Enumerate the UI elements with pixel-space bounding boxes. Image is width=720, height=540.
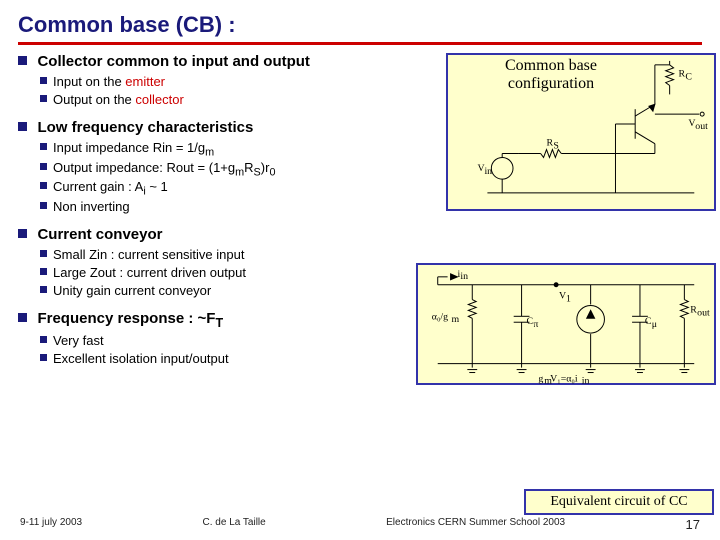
svg-text:S: S — [553, 141, 558, 152]
list-item: Small Zin : current sensitive input — [40, 246, 702, 264]
svg-text:m: m — [452, 314, 460, 325]
svg-text:in: in — [484, 166, 492, 177]
title-rule — [18, 42, 702, 45]
item-text: Output on the collector — [53, 92, 184, 107]
bullet-icon — [18, 122, 27, 131]
bullet-icon — [18, 56, 27, 65]
item-text: Excellent isolation input/output — [53, 351, 229, 366]
bullet-icon — [40, 286, 47, 293]
section-1-label: Collector common to input and output — [37, 53, 309, 70]
bullet-icon — [18, 313, 27, 322]
footer-author: C. de La Taille — [203, 517, 266, 532]
svg-text:μ: μ — [652, 319, 657, 330]
item-text: Very fast — [53, 333, 104, 348]
bullet-icon — [40, 95, 47, 102]
bullet-icon — [40, 202, 47, 209]
item-text: Current gain : Ai ~ 1 — [53, 179, 168, 194]
section-4-label: Frequency response : ~FT — [37, 310, 223, 327]
page-number: 17 — [686, 517, 700, 532]
bullet-icon — [40, 336, 47, 343]
item-text: Non inverting — [53, 199, 130, 214]
svg-text:in: in — [582, 375, 590, 385]
bullet-icon — [40, 77, 47, 84]
bullet-icon — [40, 163, 47, 170]
item-text: Input on the emitter — [53, 74, 165, 89]
item-text: Unity gain current conveyor — [53, 283, 211, 298]
svg-text:out: out — [697, 307, 710, 318]
section-2-label: Low frequency characteristics — [37, 119, 253, 136]
bullet-icon — [40, 182, 47, 189]
bullet-icon — [40, 250, 47, 257]
footer-event: Electronics CERN Summer School 2003 — [386, 517, 565, 532]
item-text: Small Zin : current sensitive input — [53, 247, 244, 262]
circuit-diagram-2: iin α₀/gm Cπ V1 Cμ Rout gmV₁=α₀iin — [418, 265, 714, 385]
footer-date: 9-11 july 2003 — [20, 517, 82, 532]
section-3-label: Current conveyor — [37, 226, 162, 243]
svg-text:out: out — [695, 121, 708, 132]
item-text: Large Zout : current driven output — [53, 265, 246, 280]
bullet-icon — [40, 354, 47, 361]
slide-footer: 9-11 july 2003 C. de La Taille Electroni… — [0, 517, 720, 532]
figure-2-caption: Equivalent circuit of CC — [532, 494, 706, 510]
label-source: g — [538, 373, 543, 384]
figure-common-base: Common baseconfiguration — [446, 53, 716, 211]
svg-text:1: 1 — [566, 294, 571, 305]
item-text: Output impedance: Rout = (1+gmRS)r0 — [53, 160, 275, 175]
svg-text:C: C — [685, 72, 692, 83]
svg-text:in: in — [460, 271, 468, 282]
svg-text:V₁=α₀i: V₁=α₀i — [550, 373, 578, 384]
bullet-icon — [40, 268, 47, 275]
bullet-icon — [40, 143, 47, 150]
svg-text:π: π — [533, 319, 538, 330]
figure-equivalent-circuit: iin α₀/gm Cπ V1 Cμ Rout gmV₁=α₀iin — [416, 263, 716, 385]
slide-title: Common base (CB) : — [0, 0, 720, 42]
label-a0gm: α₀/g — [432, 311, 448, 322]
item-text: Input impedance Rin = 1/gm — [53, 140, 214, 155]
circuit-diagram-1: RC RS Vin Vout — [448, 55, 714, 211]
figure-2-caption-box: Equivalent circuit of CC — [524, 489, 714, 515]
bullet-icon — [18, 229, 27, 238]
